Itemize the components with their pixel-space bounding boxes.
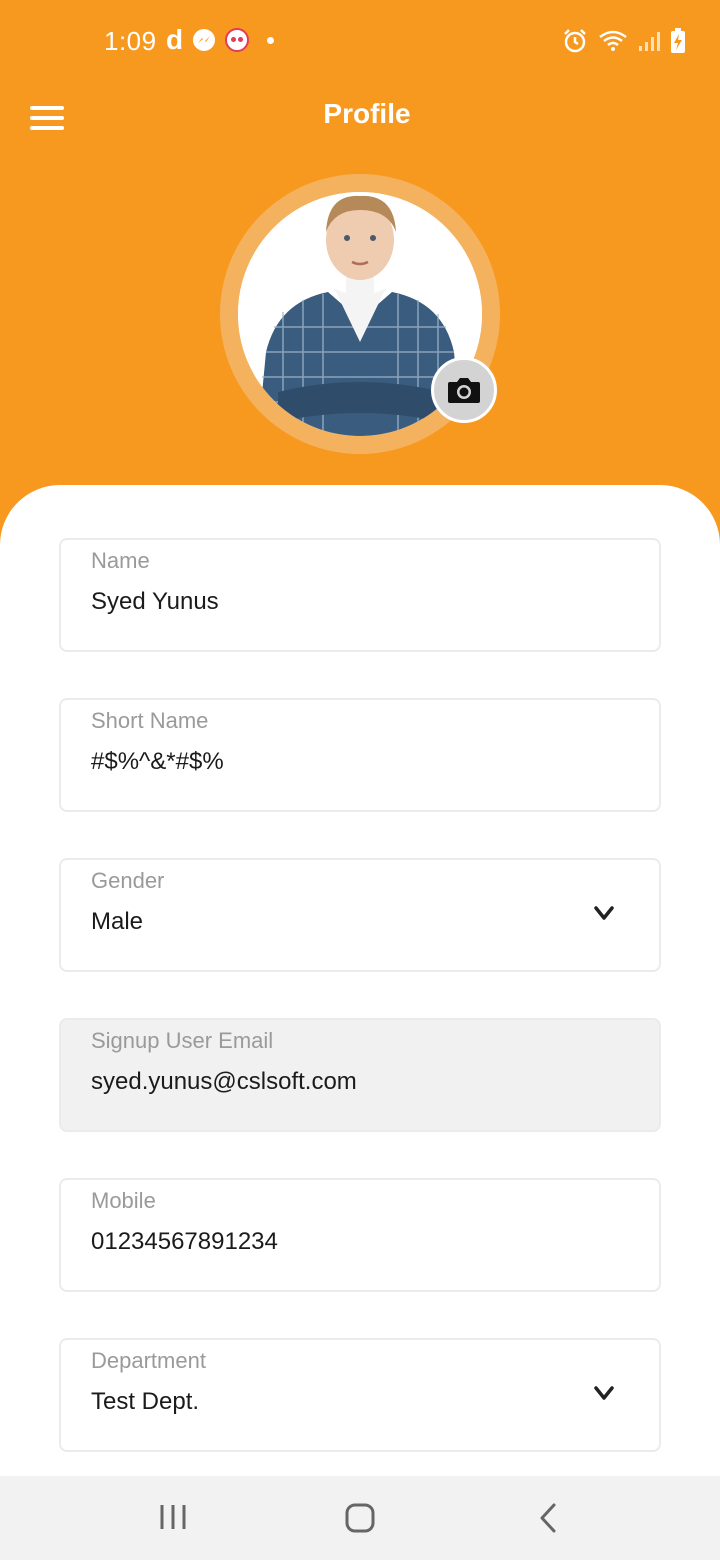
- gender-select[interactable]: Gender Male: [59, 858, 661, 972]
- mobile-field[interactable]: Mobile 01234567891234: [59, 1178, 661, 1292]
- back-icon[interactable]: [536, 1502, 560, 1534]
- signup-email-field: Signup User Email syed.yunus@cslsoft.com: [59, 1018, 661, 1132]
- profile-screen: 1:09 d Profile Name Syed Yunus Short Nam…: [0, 0, 720, 1560]
- system-nav-bar: [0, 1476, 720, 1560]
- status-notification-icons: d: [166, 24, 275, 55]
- page-title: Profile: [323, 98, 411, 129]
- name-label: Name: [91, 548, 150, 573]
- recent-apps-icon[interactable]: [158, 1502, 188, 1532]
- gender-value: Male: [91, 908, 144, 935]
- battery-charging-icon: [671, 28, 685, 53]
- name-value[interactable]: Syed Yunus: [91, 588, 219, 616]
- short-name-field[interactable]: Short Name #$%^&*#$%: [59, 698, 661, 812]
- signal-icon: [639, 32, 660, 51]
- signup-email-value: syed.yunus@cslsoft.com: [91, 1068, 357, 1095]
- status-bar: 1:09 d: [0, 0, 720, 84]
- short-name-value[interactable]: #$%^&*#$%: [91, 748, 224, 776]
- notification-dot: [267, 36, 275, 44]
- home-icon[interactable]: [344, 1502, 376, 1534]
- mobile-label: Mobile: [91, 1188, 156, 1213]
- name-field[interactable]: Name Syed Yunus: [59, 538, 661, 652]
- alarm-icon: [564, 29, 586, 53]
- foodpanda-icon: [225, 28, 250, 52]
- status-system-icons: [562, 28, 686, 54]
- wifi-icon: [599, 30, 627, 51]
- d-app-icon: d: [166, 24, 184, 55]
- change-photo-button[interactable]: [431, 357, 497, 423]
- gender-label: Gender: [91, 868, 165, 893]
- signup-email-label: Signup User Email: [91, 1028, 274, 1053]
- short-name-label: Short Name: [91, 708, 209, 733]
- mobile-value[interactable]: 01234567891234: [91, 1228, 278, 1256]
- messenger-icon: [193, 29, 216, 51]
- department-select[interactable]: Department Test Dept.: [59, 1338, 661, 1452]
- department-label: Department: [91, 1348, 206, 1373]
- chevron-down-icon: [594, 1386, 614, 1400]
- camera-icon: [448, 378, 480, 403]
- department-value: Test Dept.: [91, 1388, 200, 1415]
- status-time: 1:09: [104, 26, 157, 56]
- chevron-down-icon: [594, 906, 614, 920]
